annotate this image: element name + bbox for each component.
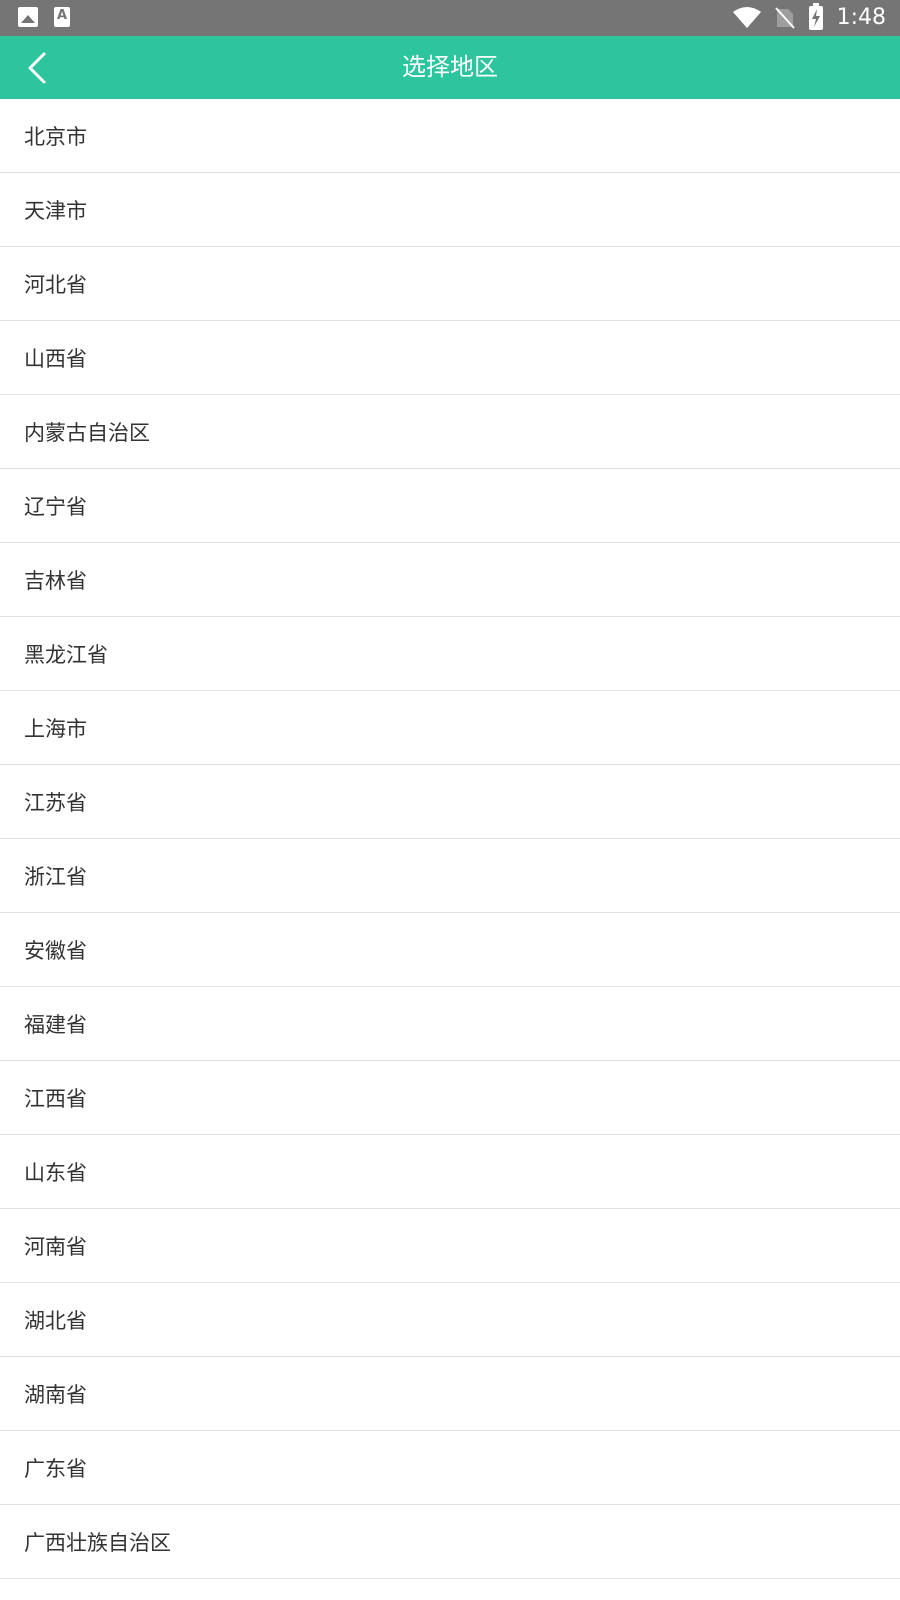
region-name: 辽宁省	[24, 494, 87, 519]
region-name: 黑龙江省	[24, 642, 108, 667]
region-name: 山东省	[24, 1160, 87, 1185]
region-list-item[interactable]: 辽宁省	[0, 469, 900, 543]
region-name: 内蒙古自治区	[24, 420, 150, 445]
region-list-item[interactable]: 江苏省	[0, 765, 900, 839]
region-name: 广东省	[24, 1456, 87, 1481]
battery-charging-icon	[808, 3, 823, 30]
region-name: 广西壮族自治区	[24, 1530, 171, 1555]
region-name: 上海市	[24, 716, 87, 741]
status-bar: A 1:48	[0, 0, 900, 36]
region-name: 湖南省	[24, 1382, 87, 1407]
back-button[interactable]	[20, 46, 64, 90]
no-sim-icon	[774, 7, 795, 29]
toolbar: 选择地区	[0, 36, 900, 99]
region-name: 北京市	[24, 124, 87, 149]
region-name: 福建省	[24, 1012, 87, 1037]
region-list-item[interactable]: 湖北省	[0, 1283, 900, 1357]
region-list-item[interactable]: 安徽省	[0, 913, 900, 987]
region-list-item[interactable]: 广东省	[0, 1431, 900, 1505]
region-name: 吉林省	[24, 568, 87, 593]
region-list-item[interactable]: 广西壮族自治区	[0, 1505, 900, 1579]
region-list-item[interactable]: 河南省	[0, 1209, 900, 1283]
region-name: 天津市	[24, 198, 87, 223]
region-list-item[interactable]: 北京市	[0, 99, 900, 173]
region-list-item[interactable]: 河北省	[0, 247, 900, 321]
region-list-item[interactable]: 山西省	[0, 321, 900, 395]
region-list-item[interactable]: 内蒙古自治区	[0, 395, 900, 469]
region-list-item[interactable]: 黑龙江省	[0, 617, 900, 691]
font-a-icon: A	[54, 7, 70, 27]
wifi-icon	[732, 7, 761, 28]
region-name: 湖北省	[24, 1308, 87, 1333]
status-bar-system: 1:48	[732, 3, 886, 32]
region-name: 安徽省	[24, 938, 87, 963]
region-list-item[interactable]: 吉林省	[0, 543, 900, 617]
image-icon	[18, 7, 38, 27]
region-name: 河南省	[24, 1234, 87, 1259]
region-name: 浙江省	[24, 864, 87, 889]
region-list-item[interactable]: 天津市	[0, 173, 900, 247]
region-name: 山西省	[24, 346, 87, 371]
region-name: 河北省	[24, 272, 87, 297]
page-title: 选择地区	[402, 53, 498, 81]
status-time: 1:48	[836, 5, 886, 30]
region-list-item[interactable]: 山东省	[0, 1135, 900, 1209]
region-name: 江西省	[24, 1086, 87, 1111]
chevron-left-icon	[28, 52, 46, 84]
region-list-item[interactable]: 福建省	[0, 987, 900, 1061]
region-list-item[interactable]: 湖南省	[0, 1357, 900, 1431]
status-bar-notifications: A	[18, 7, 70, 27]
region-list-item[interactable]: 浙江省	[0, 839, 900, 913]
region-name: 江苏省	[24, 790, 87, 815]
region-list-item[interactable]: 上海市	[0, 691, 900, 765]
region-list: 北京市天津市河北省山西省内蒙古自治区 辽宁省吉林省黑龙江省上海市江苏省浙江省安徽省…	[0, 99, 900, 1579]
region-list-item[interactable]: 江西省	[0, 1061, 900, 1135]
